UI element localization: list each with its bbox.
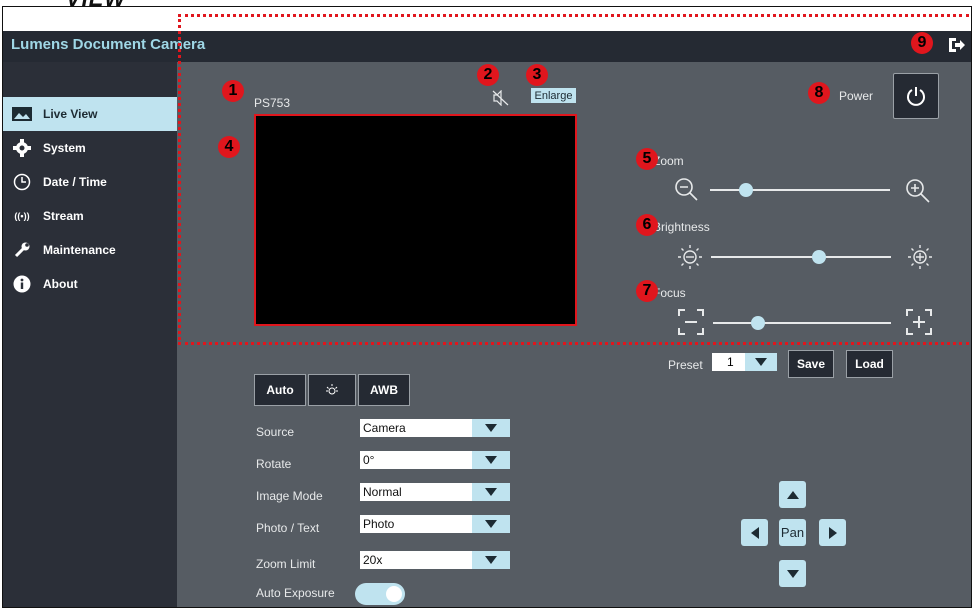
- sidebar-item-label: Live View: [43, 107, 98, 121]
- pan-left-button[interactable]: [741, 519, 768, 546]
- focus-far-icon[interactable]: [905, 308, 933, 336]
- preset-select[interactable]: 1: [712, 353, 777, 371]
- lamp-button[interactable]: [308, 374, 356, 406]
- power-icon: [907, 87, 925, 106]
- photo-text-select-value: Photo: [363, 517, 395, 531]
- photo-text-label: Photo / Text: [256, 521, 320, 535]
- wrench-icon: [11, 239, 33, 261]
- enlarge-button[interactable]: Enlarge: [531, 88, 576, 103]
- sidebar-item-maintenance[interactable]: Maintenance: [3, 233, 177, 267]
- broadcast-icon: ((•)): [14, 211, 30, 221]
- brightness-slider-handle[interactable]: [812, 250, 826, 264]
- rotate-select-value: 0°: [363, 453, 375, 467]
- image-icon: [11, 103, 33, 125]
- sidebar-item-date-time[interactable]: Date / Time: [3, 165, 177, 199]
- sidebar-item-system[interactable]: System: [3, 131, 177, 165]
- preset-select-value: 1: [727, 355, 734, 369]
- focus-slider-handle[interactable]: [750, 316, 765, 330]
- lamp-icon: [326, 384, 338, 395]
- sidebar-item-label: Stream: [43, 209, 84, 223]
- callout-badge: 7: [636, 280, 658, 302]
- mute-icon[interactable]: [492, 90, 510, 106]
- chevron-down-icon: [472, 515, 510, 533]
- sidebar-item-label: Maintenance: [43, 243, 116, 257]
- app-title: Lumens Document Camera: [11, 36, 206, 53]
- focus-slider[interactable]: [713, 322, 891, 324]
- source-label: Source: [256, 425, 295, 439]
- auto-focus-button[interactable]: Auto: [254, 374, 306, 406]
- sidebar-item-label: Date / Time: [43, 175, 107, 189]
- callout-badge: 6: [636, 214, 658, 236]
- zoom-limit-select[interactable]: 20x: [360, 551, 510, 569]
- chevron-down-icon: [745, 353, 777, 371]
- arrow-left-icon: [750, 526, 759, 539]
- preset-load-button[interactable]: Load: [846, 350, 893, 378]
- camera-preview: [254, 114, 577, 326]
- zoom-limit-label: Zoom Limit: [256, 557, 316, 571]
- brightness-up-icon[interactable]: [907, 244, 933, 270]
- arrow-right-icon: [828, 526, 837, 539]
- source-select-value: Camera: [363, 421, 406, 435]
- image-mode-label: Image Mode: [256, 489, 323, 503]
- image-mode-select[interactable]: Normal: [360, 483, 510, 501]
- sidebar-item-label: System: [43, 141, 86, 155]
- arrow-down-icon: [786, 569, 799, 578]
- power-label: Power: [839, 89, 874, 103]
- chevron-down-icon: [472, 483, 510, 501]
- pan-right-button[interactable]: [819, 519, 846, 546]
- callout-badge: 1: [222, 80, 244, 102]
- rotate-label: Rotate: [256, 457, 292, 471]
- rotate-select[interactable]: 0°: [360, 451, 510, 469]
- source-select[interactable]: Camera: [360, 419, 510, 437]
- brightness-slider[interactable]: [711, 256, 891, 258]
- callout-badge: 5: [636, 148, 658, 170]
- sidebar-item-about[interactable]: About: [3, 267, 177, 301]
- brightness-label: Brightness: [653, 220, 710, 234]
- focus-near-icon[interactable]: [677, 308, 705, 336]
- focus-label: Focus: [653, 286, 686, 300]
- pan-center-button[interactable]: Pan: [779, 519, 806, 546]
- zoom-slider[interactable]: [710, 189, 890, 191]
- photo-text-select[interactable]: Photo: [360, 515, 510, 533]
- info-icon: [11, 273, 33, 295]
- zoom-in-icon[interactable]: [904, 177, 932, 205]
- callout-badge: 3: [526, 64, 548, 86]
- logout-icon[interactable]: [947, 36, 965, 54]
- top-bar: Lumens Document Camera: [3, 31, 971, 62]
- arrow-up-icon: [786, 490, 799, 499]
- chevron-down-icon: [472, 419, 510, 437]
- image-mode-select-value: Normal: [363, 485, 402, 499]
- sidebar-item-label: About: [43, 277, 78, 291]
- preset-label: Preset: [668, 358, 703, 372]
- gear-icon: [11, 137, 33, 159]
- callout-badge: 4: [218, 136, 240, 158]
- zoom-limit-select-value: 20x: [363, 553, 383, 567]
- sidebar-item-live-view[interactable]: Live View: [3, 97, 177, 131]
- device-name: PS753: [254, 96, 291, 110]
- sidebar-item-stream[interactable]: ((•)) Stream: [3, 199, 177, 233]
- zoom-slider-handle[interactable]: [739, 183, 753, 197]
- awb-button[interactable]: AWB: [358, 374, 410, 406]
- zoom-out-icon[interactable]: [674, 177, 700, 203]
- pan-up-button[interactable]: [779, 481, 806, 508]
- callout-badge: 9: [911, 32, 933, 54]
- power-button[interactable]: [893, 73, 939, 119]
- brightness-down-icon[interactable]: [677, 244, 703, 270]
- preset-save-button[interactable]: Save: [788, 350, 834, 378]
- clock-icon: [11, 171, 33, 193]
- auto-exposure-label: Auto Exposure: [256, 586, 335, 600]
- chevron-down-icon: [472, 451, 510, 469]
- auto-exposure-toggle[interactable]: [355, 583, 405, 605]
- pan-down-button[interactable]: [779, 560, 806, 587]
- sidebar: Live View System Date / Time ((•)) Strea…: [3, 62, 177, 607]
- callout-badge: 8: [808, 82, 830, 104]
- chevron-down-icon: [472, 551, 510, 569]
- callout-badge: 2: [477, 64, 499, 86]
